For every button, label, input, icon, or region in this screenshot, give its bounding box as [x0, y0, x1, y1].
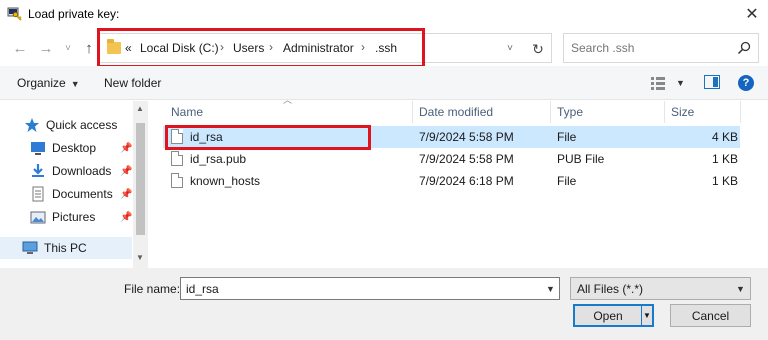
sidebar-item-this-pc[interactable]: This PC: [0, 237, 132, 259]
navigation-pane: Quick access Desktop 📌 Downloads 📌 Docum…: [0, 101, 148, 268]
help-icon[interactable]: ?: [738, 75, 754, 91]
search-input[interactable]: [571, 41, 721, 55]
back-arrow-icon: ←: [12, 39, 28, 57]
recent-locations-button[interactable]: ˅: [58, 38, 78, 58]
command-bar: Organize ▼ New folder ▼ ?: [0, 66, 768, 100]
cancel-button[interactable]: Cancel: [670, 304, 751, 327]
downloads-icon: [30, 163, 46, 179]
dialog-footer: File name: id_rsa ▼ All Files (*.*) ▼ Op…: [0, 268, 768, 340]
scroll-up-icon[interactable]: ▲: [136, 104, 144, 113]
computer-icon: [22, 240, 38, 256]
file-size: 4 KB: [712, 130, 739, 144]
file-name-label: File name:: [124, 282, 181, 296]
column-header-type[interactable]: Type: [557, 105, 583, 119]
sidebar-item-label: This PC: [44, 241, 87, 255]
column-divider[interactable]: [740, 101, 741, 123]
column-header-name[interactable]: Name: [171, 105, 203, 119]
pin-icon: 📌: [120, 188, 133, 200]
file-icon: [171, 151, 183, 166]
chevron-down-icon: ˅: [65, 42, 71, 54]
sidebar-item-label: Desktop: [52, 141, 97, 155]
filter-dropdown-icon[interactable]: ▼: [736, 284, 745, 294]
file-size: 1 KB: [712, 174, 739, 188]
sidebar-item-documents[interactable]: Documents 📌: [0, 183, 132, 205]
navigation-bar: ← → ˅ ↑ « Local Disk (C:) › Users › Admi…: [0, 28, 768, 68]
chevron-down-icon: ˅: [507, 42, 513, 54]
column-header-date-modified[interactable]: Date modified: [419, 105, 493, 119]
refresh-button[interactable]: ↻: [525, 37, 551, 61]
file-date: 7/9/2024 6:18 PM: [419, 174, 514, 188]
file-list: ︿ Name Date modified Type Size id_rsa 7/…: [149, 95, 768, 268]
sidebar-item-label: Documents: [52, 187, 113, 201]
caret-down-icon: ▼: [70, 79, 80, 89]
file-name: known_hosts: [190, 174, 261, 188]
column-divider[interactable]: [412, 101, 413, 123]
sidebar-item-label: Downloads: [52, 164, 112, 178]
address-highlight-box: [97, 28, 425, 68]
putty-key-icon: [7, 7, 22, 21]
new-folder-button[interactable]: New folder: [104, 76, 161, 90]
scrollbar-thumb[interactable]: [136, 123, 145, 235]
file-name: id_rsa.pub: [190, 152, 247, 166]
pin-icon: 📌: [120, 142, 133, 154]
up-arrow-icon: ↑: [85, 39, 93, 57]
organize-menu[interactable]: Organize ▼: [17, 76, 80, 90]
back-button[interactable]: ←: [10, 38, 30, 58]
file-type-filter[interactable]: All Files (*.*): [570, 277, 751, 300]
change-view-icon[interactable]: [650, 75, 666, 91]
close-button[interactable]: ✕: [736, 0, 768, 28]
table-row[interactable]: id_rsa.pub 7/9/2024 5:58 PM PUB File 1 K…: [163, 148, 740, 170]
close-icon: ✕: [745, 6, 759, 23]
search-box[interactable]: [563, 33, 759, 63]
documents-icon: [30, 186, 46, 202]
file-type: PUB File: [557, 152, 605, 166]
pictures-icon: [30, 209, 46, 225]
sidebar-item-pictures[interactable]: Pictures 📌: [0, 206, 132, 228]
file-size: 1 KB: [712, 152, 739, 166]
desktop-icon: [30, 140, 46, 156]
file-date: 7/9/2024 5:58 PM: [419, 152, 514, 166]
column-divider[interactable]: [550, 101, 551, 123]
star-icon: [24, 117, 40, 133]
open-button-label: Open: [593, 309, 623, 323]
window-title: Load private key:: [28, 7, 120, 21]
up-button[interactable]: ↑: [79, 38, 99, 58]
pin-icon: 📌: [120, 211, 133, 223]
file-date: 7/9/2024 5:58 PM: [419, 130, 514, 144]
pin-icon: 📌: [120, 165, 133, 177]
address-dropdown-button[interactable]: ˅: [503, 41, 517, 55]
view-options-caret-icon[interactable]: ▼: [676, 78, 685, 88]
sidebar-item-label: Quick access: [46, 118, 118, 132]
file-type: File: [557, 174, 577, 188]
file-name-input[interactable]: id_rsa: [180, 277, 560, 300]
refresh-icon: ↻: [532, 40, 544, 57]
sidebar-item-quick-access[interactable]: Quick access: [0, 114, 132, 136]
sidebar-item-label: Pictures: [52, 210, 96, 224]
organize-label: Organize: [17, 76, 66, 90]
preview-pane-icon[interactable]: [704, 75, 720, 89]
table-row[interactable]: known_hosts 7/9/2024 6:18 PM File 1 KB: [163, 170, 740, 192]
selection-highlight-box: [165, 125, 371, 150]
navigation-pane-scrollbar[interactable]: ▲ ▼: [133, 101, 148, 268]
scroll-down-icon[interactable]: ▼: [136, 253, 144, 262]
file-icon: [171, 173, 183, 188]
sidebar-item-desktop[interactable]: Desktop 📌: [0, 137, 132, 159]
forward-arrow-icon: →: [38, 39, 54, 57]
open-options-caret-icon[interactable]: ▼: [641, 306, 652, 325]
open-button[interactable]: Open ▼: [573, 304, 654, 327]
sort-ascending-icon: ︿: [283, 95, 293, 105]
title-bar: Load private key: ✕: [0, 0, 768, 30]
file-type: File: [557, 130, 577, 144]
column-divider[interactable]: [664, 101, 665, 123]
sidebar-item-downloads[interactable]: Downloads 📌: [0, 160, 132, 182]
column-header-size[interactable]: Size: [671, 105, 694, 119]
file-name-dropdown-icon[interactable]: ▼: [546, 284, 555, 294]
search-icon: [737, 41, 751, 55]
forward-button[interactable]: →: [36, 38, 56, 58]
